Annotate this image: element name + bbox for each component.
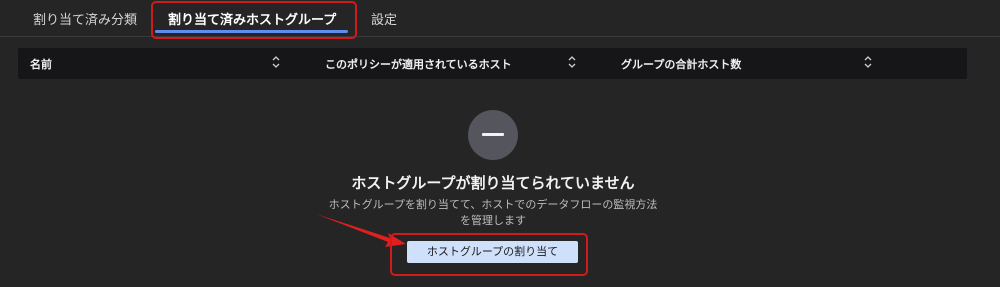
sort-icon[interactable] bbox=[271, 55, 281, 69]
sort-icon[interactable] bbox=[863, 55, 873, 69]
tab-assigned-classifications[interactable]: 割り当て済み分類 bbox=[33, 9, 137, 28]
empty-state-description: ホストグループを割り当てて、ホストでのデータフローの監視方法を管理します bbox=[328, 198, 658, 227]
policy-host-groups-panel: 割り当て済み分類 割り当て済みホストグループ 設定 名前 このポリシーが適用され… bbox=[0, 0, 1000, 287]
empty-state-title: ホストグループが割り当てられていません bbox=[351, 174, 635, 192]
minus-dash bbox=[482, 133, 504, 136]
column-header-name[interactable]: 名前 bbox=[30, 56, 52, 72]
assign-host-groups-button[interactable]: ホストグループの割り当て bbox=[407, 241, 578, 263]
column-header-applied-hosts[interactable]: このポリシーが適用されているホスト bbox=[325, 56, 512, 72]
table-header: 名前 このポリシーが適用されているホスト グループの合計ホスト数 bbox=[18, 48, 967, 79]
sort-icon[interactable] bbox=[567, 55, 577, 69]
minus-icon bbox=[468, 110, 518, 160]
tab-settings[interactable]: 設定 bbox=[371, 9, 397, 28]
tab-assigned-host-groups[interactable]: 割り当て済みホストグループ bbox=[168, 9, 336, 28]
column-header-total-hosts[interactable]: グループの合計ホスト数 bbox=[621, 56, 741, 72]
active-tab-indicator bbox=[155, 30, 348, 33]
tab-bar: 割り当て済み分類 割り当て済みホストグループ 設定 bbox=[0, 0, 1000, 37]
